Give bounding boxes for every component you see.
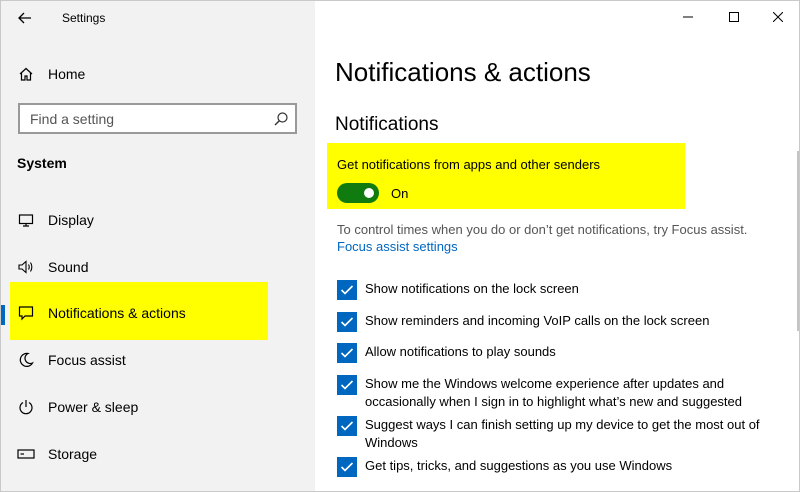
checkbox-label: Get tips, tricks, and suggestions as you… [365, 458, 673, 473]
settings-window: Settings Home System [0, 0, 800, 492]
moon-icon [16, 350, 36, 370]
checkbox-row[interactable]: Show notifications on the lock screen [337, 280, 785, 300]
close-icon [773, 12, 783, 22]
sidebar-item-label: Power & sleep [48, 399, 139, 415]
checkmark-icon [340, 462, 354, 472]
back-button[interactable] [11, 5, 39, 31]
toggle-state-label: On [391, 186, 409, 201]
maximize-icon [729, 12, 739, 22]
content-pane: Notifications & actions Notifications Ge… [315, 1, 799, 491]
sidebar-item-display[interactable]: Display [1, 198, 315, 242]
checkbox[interactable] [337, 280, 357, 300]
minimize-button[interactable] [665, 1, 711, 33]
selection-indicator [1, 305, 5, 325]
storage-icon [16, 444, 36, 464]
close-button[interactable] [755, 1, 799, 33]
focus-assist-settings-link[interactable]: Focus assist settings [337, 239, 458, 254]
checkbox[interactable] [337, 457, 357, 477]
home-icon [16, 64, 36, 84]
search-icon[interactable] [273, 111, 289, 127]
search-input[interactable] [20, 110, 260, 127]
checkmark-icon [340, 421, 354, 431]
sidebar-item-label: Focus assist [48, 352, 126, 368]
notifications-toggle[interactable] [337, 183, 379, 203]
section-heading-system: System [17, 155, 67, 171]
page-title: Notifications & actions [335, 57, 591, 87]
checkbox-row[interactable]: Allow notifications to play sounds [337, 343, 785, 363]
checkbox-label: Show reminders and incoming VoIP calls o… [365, 313, 710, 328]
minimize-icon [683, 16, 693, 18]
checkbox[interactable] [337, 312, 357, 332]
checkbox[interactable] [337, 375, 357, 395]
sidebar-item-label: Sound [48, 259, 89, 275]
checkbox-label: Show notifications on the lock screen [365, 281, 579, 296]
checkmark-icon [340, 380, 354, 390]
sidebar-item-focus-assist[interactable]: Focus assist [1, 338, 315, 382]
sidebar-item-power-sleep[interactable]: Power & sleep [1, 385, 315, 429]
sidebar-item-label: Display [48, 212, 94, 228]
toggle-knob [364, 188, 374, 198]
checkbox-label: Suggest ways I can finish setting up my … [365, 417, 760, 450]
back-arrow-icon [18, 12, 31, 24]
sidebar-item-label: Notifications & actions [48, 305, 186, 321]
checkbox-label: Allow notifications to play sounds [365, 344, 556, 359]
sidebar-item-label: Storage [48, 446, 98, 462]
sidebar-item-storage[interactable]: Storage [1, 432, 315, 476]
checkmark-icon [340, 285, 354, 295]
sound-icon [16, 257, 36, 277]
notifications-icon [16, 303, 36, 323]
checkbox[interactable] [337, 343, 357, 363]
maximize-button[interactable] [711, 1, 757, 33]
scrollbar[interactable] [797, 151, 799, 331]
app-title: Settings [62, 11, 106, 25]
section-title: Notifications [335, 114, 439, 135]
checkbox-row[interactable]: Suggest ways I can finish setting up my … [337, 416, 785, 452]
checkbox-row[interactable]: Get tips, tricks, and suggestions as you… [337, 457, 785, 477]
checkbox[interactable] [337, 416, 357, 436]
highlight-annotation [327, 143, 685, 209]
checkbox-label: Show me the Windows welcome experience a… [365, 376, 742, 409]
checkbox-row[interactable]: Show me the Windows welcome experience a… [337, 375, 785, 411]
nav-home[interactable]: Home [1, 59, 315, 89]
display-icon [16, 210, 36, 230]
checkbox-row[interactable]: Show reminders and incoming VoIP calls o… [337, 312, 785, 332]
title-bar: Settings [1, 1, 315, 35]
checkmark-icon [340, 317, 354, 327]
home-label: Home [48, 66, 86, 82]
checkmark-icon [340, 348, 354, 358]
sidebar-item-sound[interactable]: Sound [1, 245, 315, 289]
nav-pane: Settings Home System [1, 1, 315, 491]
focus-assist-hint: To control times when you do or don’t ge… [337, 222, 748, 237]
notifications-toggle-label: Get notifications from apps and other se… [337, 157, 601, 172]
sidebar-item-notifications[interactable]: Notifications & actions [1, 291, 315, 335]
power-icon [16, 397, 36, 417]
search-box[interactable] [18, 103, 297, 134]
